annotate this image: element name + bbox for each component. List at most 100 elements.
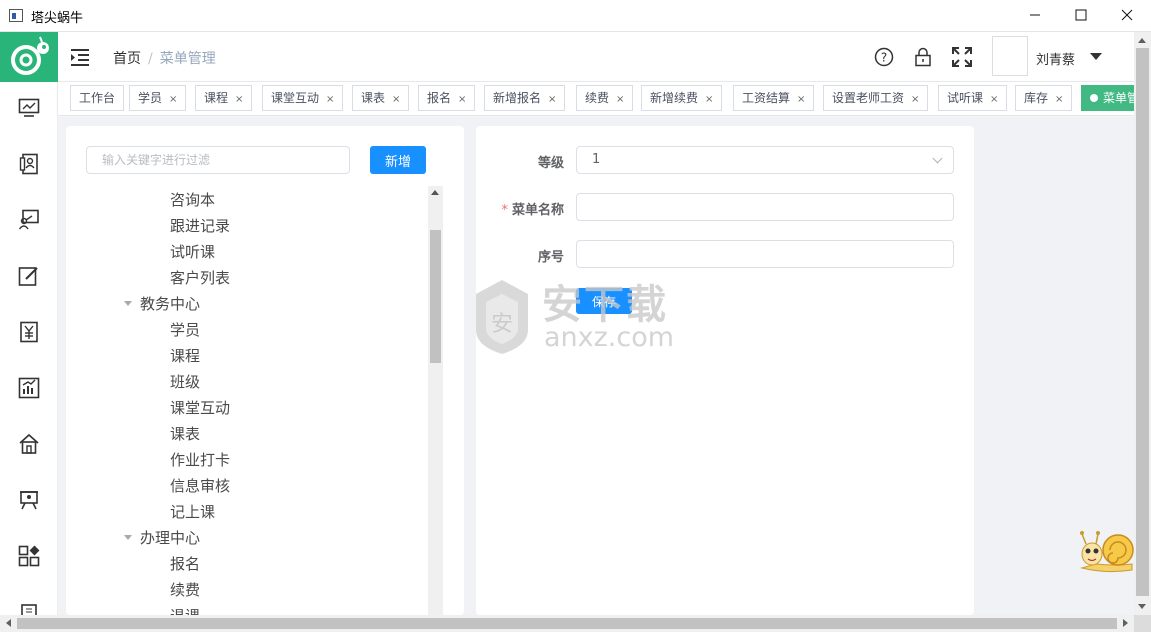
- tag-close-icon[interactable]: ×: [616, 94, 624, 105]
- help-button[interactable]: ?: [873, 46, 895, 68]
- tag-item[interactable]: 工资结算 ×: [733, 85, 815, 111]
- maximize-button[interactable]: [1058, 0, 1104, 30]
- add-menu-button[interactable]: 新增: [370, 146, 426, 174]
- scroll-down-icon[interactable]: [1138, 604, 1146, 609]
- tag-close-icon[interactable]: ×: [797, 94, 805, 105]
- tag-item-active[interactable]: 菜单管: [1081, 85, 1134, 111]
- scroll-up-icon[interactable]: [431, 190, 439, 195]
- tree-scroll-thumb[interactable]: [430, 230, 441, 363]
- level-label: 等级: [537, 156, 564, 171]
- sidebar-item-classroom[interactable]: [16, 207, 42, 233]
- snail-mascot-icon[interactable]: [1076, 526, 1134, 576]
- sidebar-item-campus[interactable]: [16, 431, 42, 457]
- expand-caret-icon[interactable]: [124, 301, 132, 306]
- tree-node[interactable]: 课表: [170, 421, 200, 447]
- tree-node[interactable]: 记上课: [170, 499, 215, 525]
- edit-icon: [18, 267, 38, 286]
- tag-item[interactable]: 课表 ×: [352, 85, 410, 111]
- horizontal-scroll-thumb[interactable]: [17, 618, 1117, 629]
- sidebar-item-apps[interactable]: [16, 543, 42, 569]
- vertical-scrollbar[interactable]: [1134, 32, 1151, 615]
- sidebar-toggle-button[interactable]: [70, 47, 90, 67]
- logo[interactable]: [0, 32, 58, 82]
- tag-item[interactable]: 设置老师工资 ×: [823, 85, 929, 111]
- chevron-down-icon: [932, 153, 943, 164]
- tag-label: 库存: [1024, 91, 1049, 105]
- tag-close-icon[interactable]: ×: [458, 94, 466, 105]
- tree-node[interactable]: 课程: [170, 343, 200, 369]
- tag-close-icon[interactable]: ×: [169, 94, 177, 105]
- sidebar-item-teaching[interactable]: [16, 487, 42, 513]
- lock-button[interactable]: [912, 46, 934, 68]
- tag-close-icon[interactable]: ×: [705, 94, 713, 105]
- tag-close-icon[interactable]: ×: [326, 94, 334, 105]
- sidebar-item-statistics[interactable]: [16, 375, 42, 401]
- tree-node[interactable]: 班级: [170, 369, 200, 395]
- user-dropdown-caret-icon[interactable]: [1090, 53, 1102, 60]
- tree-node[interactable]: 跟进记录: [170, 213, 230, 239]
- menu-form-panel: 等级 1 * 菜单名称 序号 保存: [476, 126, 974, 615]
- save-button[interactable]: 保存: [576, 288, 632, 314]
- tag-item[interactable]: 新增续费 ×: [641, 85, 723, 111]
- tag-item[interactable]: 新增报名 ×: [484, 85, 566, 111]
- fullscreen-button[interactable]: [951, 46, 973, 68]
- home-icon: [19, 433, 39, 454]
- tag-close-icon[interactable]: ×: [548, 94, 556, 105]
- tree-node[interactable]: 学员: [170, 317, 200, 343]
- tag-item[interactable]: 报名 ×: [418, 85, 476, 111]
- minimize-icon: [1030, 14, 1040, 16]
- tag-label: 续费: [585, 91, 610, 105]
- scroll-right-icon[interactable]: [1123, 619, 1128, 627]
- close-window-button[interactable]: [1104, 0, 1150, 30]
- tree-node[interactable]: 咨询本: [170, 187, 215, 213]
- classroom-icon: [18, 209, 39, 230]
- tag-close-icon[interactable]: ×: [990, 94, 998, 105]
- expand-caret-icon[interactable]: [124, 535, 132, 540]
- minimize-button[interactable]: [1012, 0, 1058, 30]
- tag-close-icon[interactable]: ×: [1055, 94, 1063, 105]
- scroll-up-icon[interactable]: [1138, 38, 1146, 43]
- tag-label: 工资结算: [742, 91, 791, 105]
- vertical-scroll-thumb[interactable]: [1136, 48, 1149, 596]
- tag-close-icon[interactable]: ×: [235, 94, 243, 105]
- tree-node[interactable]: 续费: [170, 577, 200, 603]
- user-name[interactable]: 刘青蔡: [1036, 49, 1075, 68]
- horizontal-scrollbar[interactable]: [0, 615, 1134, 632]
- tag-label: 试听课: [947, 91, 984, 105]
- sidebar-item-dashboard[interactable]: [16, 95, 42, 121]
- tag-item[interactable]: 课堂互动 ×: [262, 85, 344, 111]
- level-select[interactable]: 1: [576, 146, 954, 174]
- sidebar-item-finance[interactable]: [16, 319, 42, 345]
- tag-close-icon[interactable]: ×: [392, 94, 400, 105]
- tree-node[interactable]: 退课: [170, 603, 200, 615]
- sidebar-item-contacts[interactable]: [16, 151, 42, 177]
- tree-node[interactable]: 课堂互动: [170, 395, 230, 421]
- tree-node[interactable]: 客户列表: [170, 265, 230, 291]
- tree-node[interactable]: 作业打卡: [170, 447, 230, 473]
- avatar[interactable]: [992, 36, 1028, 76]
- tag-item[interactable]: 库存 ×: [1015, 85, 1073, 111]
- menu-tree: 咨询本 跟进记录 试听课 客户列表 教务中心 学员 课程 班级 课堂互动 课表 …: [86, 186, 427, 615]
- order-input[interactable]: [576, 240, 954, 268]
- tag-item[interactable]: 工作台: [70, 85, 125, 111]
- tag-item[interactable]: 试听课 ×: [938, 85, 1008, 111]
- tree-node[interactable]: 信息审核: [170, 473, 230, 499]
- tag-item[interactable]: 学员 ×: [129, 85, 187, 111]
- order-label: 序号: [537, 250, 564, 265]
- tag-item[interactable]: 课程 ×: [195, 85, 253, 111]
- tree-scrollbar[interactable]: [428, 186, 443, 615]
- tree-node[interactable]: 报名: [170, 551, 200, 577]
- scroll-left-icon[interactable]: [6, 619, 11, 627]
- sidebar-item-edit[interactable]: [16, 263, 42, 289]
- contacts-icon: [19, 153, 38, 175]
- tree-filter-input[interactable]: [86, 146, 350, 174]
- chart-icon: [18, 377, 40, 399]
- tag-label: 新增续费: [650, 91, 699, 105]
- tree-node[interactable]: 试听课: [170, 239, 215, 265]
- tag-close-icon[interactable]: ×: [911, 94, 919, 105]
- tree-node-parent[interactable]: 办理中心: [124, 525, 200, 551]
- tree-node-parent[interactable]: 教务中心: [124, 291, 200, 317]
- breadcrumb-home[interactable]: 首页: [113, 51, 141, 67]
- tag-item[interactable]: 续费 ×: [576, 85, 634, 111]
- menu-name-input[interactable]: [576, 193, 954, 221]
